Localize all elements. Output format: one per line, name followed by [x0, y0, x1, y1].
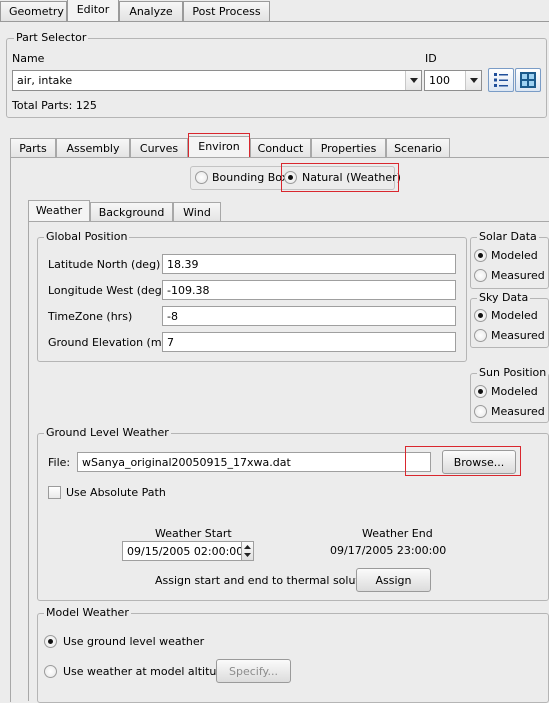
absolute-path-label: Use Absolute Path	[66, 486, 166, 499]
latitude-label: Latitude North (deg)	[48, 258, 161, 271]
chevron-down-icon	[465, 71, 481, 90]
weather-start-label: Weather Start	[155, 527, 232, 540]
tab-wind[interactable]: Wind	[173, 202, 221, 222]
part-name-value: air, intake	[17, 74, 73, 87]
sun-measured-radio[interactable]	[474, 405, 487, 418]
weather-end-label: Weather End	[362, 527, 433, 540]
bounding-box-label: Bounding Box	[212, 171, 289, 184]
total-parts: Total Parts: 125	[12, 99, 97, 112]
solar-data-legend: Solar Data	[477, 230, 539, 243]
chevron-down-icon	[405, 71, 421, 90]
tab-assembly[interactable]: Assembly	[56, 138, 130, 158]
tab-background[interactable]: Background	[90, 202, 173, 222]
grid-view-button[interactable]	[515, 68, 541, 92]
file-label: File:	[48, 456, 71, 469]
weather-start-input[interactable]: 09/15/2005 02:00:00	[122, 541, 242, 561]
list-icon	[494, 73, 508, 87]
specify-button[interactable]: Specify...	[216, 659, 291, 683]
elevation-input[interactable]: 7	[162, 332, 456, 352]
tab-editor[interactable]: Editor	[67, 0, 119, 22]
use-altitude-weather-label: Use weather at model altitude	[63, 665, 231, 678]
part-name-dropdown[interactable]: air, intake	[12, 70, 422, 91]
sun-modeled-label: Modeled	[491, 385, 538, 398]
timezone-label: TimeZone (hrs)	[48, 310, 133, 323]
model-weather-legend: Model Weather	[44, 606, 131, 619]
tab-curves[interactable]: Curves	[130, 138, 188, 158]
sun-modeled-radio[interactable]	[474, 385, 487, 398]
part-id-value: 100	[429, 74, 450, 87]
elevation-label: Ground Elevation (m)	[48, 336, 166, 349]
latitude-input[interactable]: 18.39	[162, 254, 456, 274]
assign-button[interactable]: Assign	[356, 568, 431, 592]
global-position-legend: Global Position	[44, 230, 130, 243]
solar-measured-radio[interactable]	[474, 269, 487, 282]
absolute-path-checkbox[interactable]	[48, 486, 61, 499]
tab-weather[interactable]: Weather	[28, 200, 90, 222]
longitude-label: Longitude West (deg)	[48, 284, 167, 297]
ground-weather-legend: Ground Level Weather	[44, 426, 171, 439]
sky-measured-label: Measured	[491, 329, 545, 342]
sun-measured-label: Measured	[491, 405, 545, 418]
list-view-button[interactable]	[488, 68, 514, 92]
sky-modeled-radio[interactable]	[474, 309, 487, 322]
tab-geometry[interactable]: Geometry	[0, 1, 67, 21]
grid-icon	[520, 72, 536, 88]
tab-parts[interactable]: Parts	[10, 138, 56, 158]
bounding-box-radio[interactable]	[195, 171, 208, 184]
name-label: Name	[12, 52, 45, 65]
solar-modeled-label: Modeled	[491, 249, 538, 262]
timezone-input[interactable]: -8	[162, 306, 456, 326]
spinner-arrows-icon	[244, 545, 251, 557]
use-ground-weather-radio[interactable]	[44, 635, 57, 648]
part-selector-legend: Part Selector	[14, 31, 89, 44]
longitude-input[interactable]: -109.38	[162, 280, 456, 300]
solar-measured-label: Measured	[491, 269, 545, 282]
file-input[interactable]: wSanya_original20050915_17xwa.dat	[77, 452, 431, 472]
tab-scenario[interactable]: Scenario	[386, 138, 450, 158]
sky-modeled-label: Modeled	[491, 309, 538, 322]
part-id-dropdown[interactable]: 100	[424, 70, 482, 91]
sun-position-legend: Sun Position	[477, 366, 549, 379]
tab-analyze[interactable]: Analyze	[119, 1, 183, 21]
tab-post-process[interactable]: Post Process	[183, 1, 270, 21]
top-tab-divider	[0, 21, 549, 22]
use-altitude-weather-radio[interactable]	[44, 665, 57, 678]
use-ground-weather-label: Use ground level weather	[63, 635, 205, 648]
weather-start-spinner[interactable]	[241, 541, 254, 561]
tab-conduct[interactable]: Conduct	[250, 138, 311, 158]
sky-data-legend: Sky Data	[477, 291, 531, 304]
assign-text: Assign start and end to thermal solution	[155, 574, 377, 587]
id-label: ID	[425, 52, 437, 65]
natural-highlight	[281, 163, 399, 192]
sky-measured-radio[interactable]	[474, 329, 487, 342]
weather-end-value: 09/17/2005 23:00:00	[330, 544, 447, 557]
tab-properties[interactable]: Properties	[311, 138, 386, 158]
browse-highlight	[405, 446, 521, 476]
model-weather-group	[37, 613, 549, 703]
solar-modeled-radio[interactable]	[474, 249, 487, 262]
